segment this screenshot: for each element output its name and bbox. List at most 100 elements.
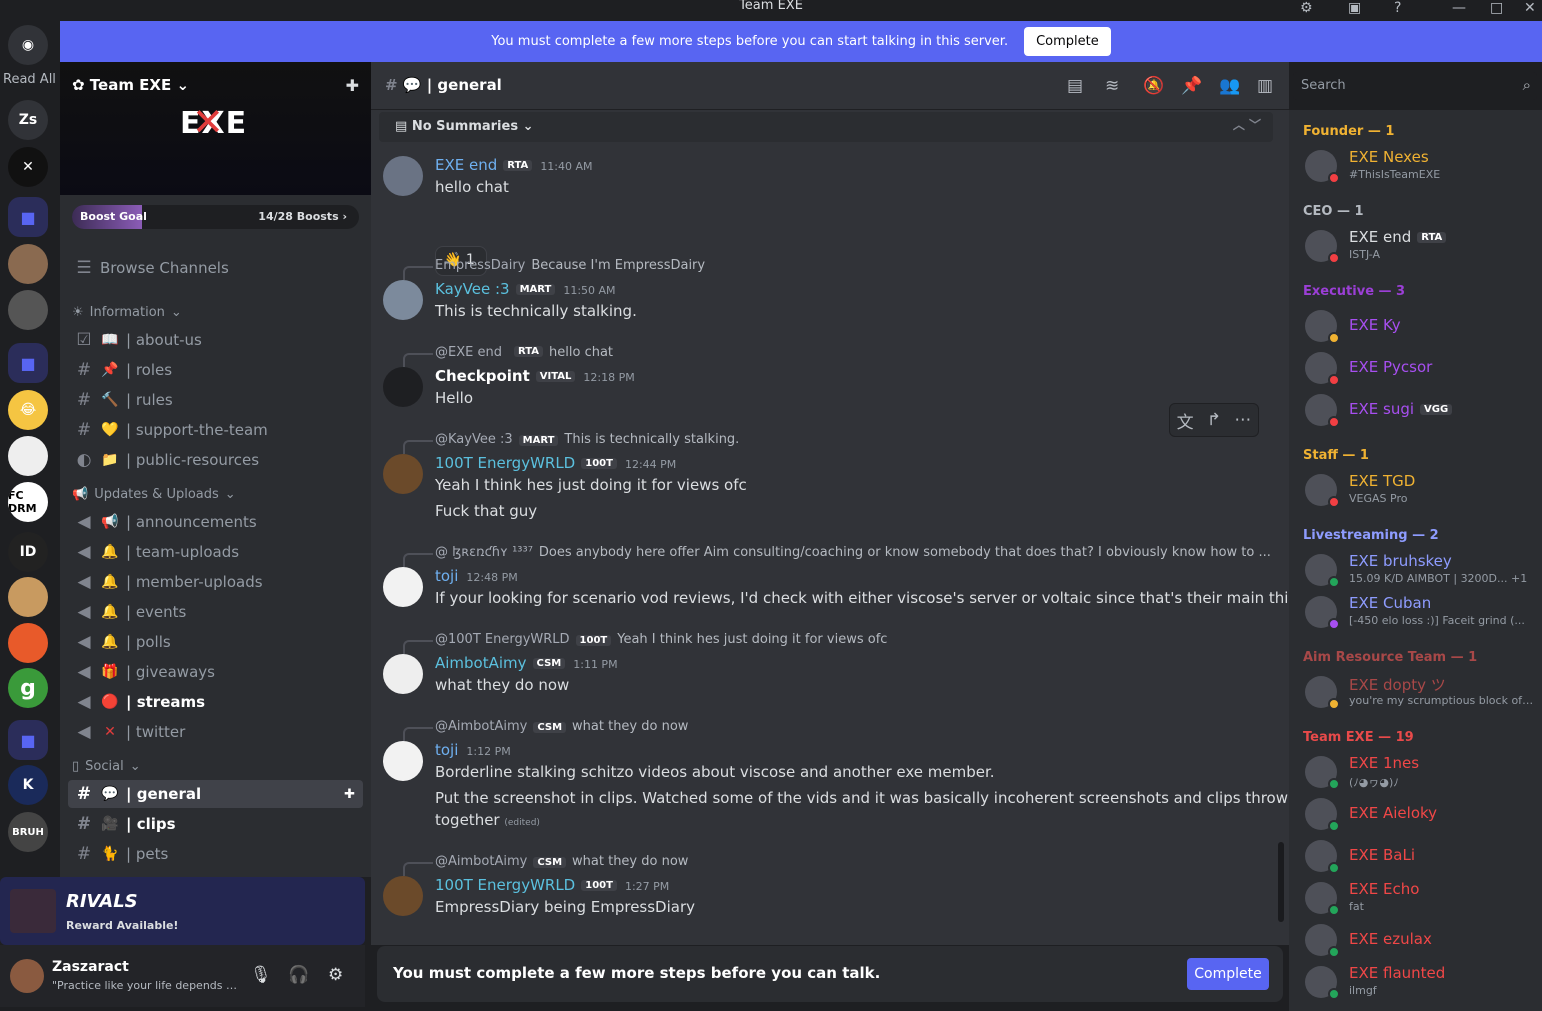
close-icon[interactable]: ✕ bbox=[1524, 0, 1536, 16]
author-name[interactable]: Checkpoint bbox=[435, 367, 530, 385]
channel-team-uploads[interactable]: ◀ 🔔 | team-uploads bbox=[68, 538, 363, 566]
reply-preview[interactable]: @EXE end RTA hello chat bbox=[402, 345, 613, 367]
author-name[interactable]: AimbotAimy bbox=[435, 654, 527, 672]
author-name[interactable]: EXE end bbox=[435, 156, 497, 174]
member-item[interactable]: EXE sugi VGG bbox=[1303, 390, 1537, 430]
member-item[interactable]: EXE dopty ツ you're my scrumptious block o… bbox=[1303, 672, 1537, 712]
server-zs[interactable]: Zs bbox=[8, 100, 48, 140]
server-id-icon[interactable]: ID bbox=[8, 532, 48, 572]
avatar[interactable] bbox=[383, 367, 423, 407]
mute-bell-icon[interactable]: 🔕 bbox=[1143, 76, 1164, 96]
channel-giveaways[interactable]: ◀ 🎁 | giveaways bbox=[68, 658, 363, 686]
username[interactable]: Zaszaract bbox=[52, 959, 129, 975]
member-item[interactable]: EXE BaLi bbox=[1303, 836, 1537, 876]
author-name[interactable]: 100T EnergyWRLD bbox=[435, 454, 575, 472]
microphone-icon[interactable]: 🎙 bbox=[250, 965, 272, 985]
server-avatar[interactable] bbox=[8, 290, 48, 330]
category-information[interactable]: ☀ Information ⌄ bbox=[72, 305, 182, 320]
member-item[interactable]: EXE Cuban [-450 elo loss :)] Faceit grind… bbox=[1303, 592, 1537, 632]
gift-icon[interactable]: ▣ bbox=[1348, 0, 1361, 16]
channel-events[interactable]: ◀ 🔔 | events bbox=[68, 598, 363, 626]
server-fc-drm[interactable]: FC DRM bbox=[8, 482, 48, 522]
channel-streams[interactable]: ◀ 🔴 | streams bbox=[68, 688, 363, 716]
boost-goal-bar[interactable]: Boost Goal 14/28 Boosts › bbox=[72, 205, 359, 229]
message-author[interactable]: Checkpoint VITAL 12:18 PM bbox=[435, 367, 635, 385]
chat-scrollbar[interactable] bbox=[1278, 842, 1284, 922]
member-item[interactable]: EXE ezulax bbox=[1303, 920, 1537, 960]
member-item[interactable]: EXE Ky bbox=[1303, 306, 1537, 346]
channel-about-us[interactable]: ☑ 📖 | about-us bbox=[68, 326, 363, 354]
headphones-icon[interactable]: 🎧 bbox=[288, 965, 309, 985]
discord-home-icon[interactable]: ◉ bbox=[8, 25, 48, 65]
author-name[interactable]: toji bbox=[435, 567, 458, 585]
server-g[interactable]: g bbox=[8, 668, 48, 708]
maximize-icon[interactable]: □ bbox=[1490, 0, 1503, 16]
author-name[interactable]: KayVee :3 bbox=[435, 280, 510, 298]
avatar[interactable] bbox=[383, 156, 423, 196]
channel-roles[interactable]: # 📌 | roles bbox=[68, 356, 363, 384]
avatar[interactable] bbox=[383, 454, 423, 494]
server-exe-icon[interactable]: ✕ bbox=[8, 147, 48, 187]
message-author[interactable]: AimbotAimy CSM 1:11 PM bbox=[435, 654, 618, 672]
members-icon[interactable]: 👥 bbox=[1219, 76, 1240, 96]
guild-name[interactable]: ✿ Team EXE ⌄ bbox=[72, 76, 189, 94]
channel-pets[interactable]: # 🐈 | pets bbox=[68, 840, 363, 868]
guild-header[interactable]: ✿ Team EXE ⌄ ✚ EXE ✕ bbox=[60, 62, 371, 195]
channel-public-resources[interactable]: ◐ 📁 | public-resources bbox=[68, 446, 363, 474]
channel-support-the-team[interactable]: # 💛 | support-the-team bbox=[68, 416, 363, 444]
channel-announcements[interactable]: ◀ 📢 | announcements bbox=[68, 508, 363, 536]
read-all-button[interactable]: Read All bbox=[3, 72, 56, 87]
category-updates-uploads[interactable]: 📢 Updates & Uploads ⌄ bbox=[72, 487, 236, 502]
settings-gear-icon[interactable]: ⚙ bbox=[328, 965, 343, 985]
jump-arrows-icon[interactable]: ︿ ﹀ bbox=[1233, 116, 1261, 133]
reply-preview[interactable]: @AimbotAimy CSM what they do now bbox=[402, 719, 688, 741]
avatar[interactable] bbox=[10, 959, 44, 993]
reply-preview[interactable]: EmpressDairy Because I'm EmpressDairy bbox=[402, 258, 705, 280]
invite-icon[interactable]: ✚ bbox=[344, 787, 355, 802]
message-author[interactable]: 100T EnergyWRLD 100T 12:44 PM bbox=[435, 454, 676, 472]
server-k-icon[interactable]: K bbox=[8, 765, 48, 805]
reply-preview[interactable]: @ ɮʀɛռƈɦʏ ¹³³⁷ Does anybody here offer Ai… bbox=[403, 545, 1271, 567]
channel-clips[interactable]: # 🎥 | clips bbox=[68, 810, 363, 838]
avatar[interactable] bbox=[383, 741, 423, 781]
server-folder-icon[interactable]: ■ bbox=[8, 343, 48, 383]
member-item[interactable]: EXE bruhskey 15.09 K/D AIMBOT | 3200D... … bbox=[1303, 550, 1537, 590]
author-name[interactable]: toji bbox=[435, 741, 458, 759]
avatar[interactable] bbox=[383, 567, 423, 607]
avatar[interactable] bbox=[383, 876, 423, 916]
invite-icon[interactable]: ✚ bbox=[346, 76, 359, 95]
server-folder-icon[interactable]: ■ bbox=[8, 720, 48, 760]
pin-icon[interactable]: 📌 bbox=[1181, 76, 1202, 96]
member-item[interactable]: EXE TGD VEGAS Pro bbox=[1303, 470, 1537, 510]
channel-general[interactable]: # 💬 | general ✚ bbox=[68, 780, 363, 808]
channel-rules[interactable]: # 🔨 | rules bbox=[68, 386, 363, 414]
member-item[interactable]: EXE Aieloky bbox=[1303, 794, 1537, 834]
channel-polls[interactable]: ◀ 🔔 | polls bbox=[68, 628, 363, 656]
avatar[interactable] bbox=[383, 654, 423, 694]
reply-preview[interactable]: @AimbotAimy CSM what they do now bbox=[402, 854, 688, 876]
message-author[interactable]: toji 12:48 PM bbox=[435, 567, 518, 585]
minimize-icon[interactable]: — bbox=[1452, 0, 1466, 16]
reply-preview[interactable]: @100T EnergyWRLD 100T Yeah I think hes jus… bbox=[402, 632, 887, 654]
browse-channels[interactable]: ☰ Browse Channels bbox=[68, 254, 363, 282]
forward-icon[interactable]: ↱ bbox=[1207, 410, 1221, 430]
member-item[interactable]: EXE Nexes #ThisIsTeamEXE bbox=[1303, 146, 1537, 186]
member-item[interactable]: EXE Pycsor bbox=[1303, 348, 1537, 388]
reply-preview[interactable]: @KayVee :3 MART This is technically stalki… bbox=[402, 432, 739, 454]
message-author[interactable]: EXE end RTA 11:40 AM bbox=[435, 156, 593, 174]
summaries-bar[interactable]: ▤ No Summaries ⌄ ︿ ﹀ bbox=[379, 112, 1273, 142]
inbox-icon[interactable]: ▥ bbox=[1257, 76, 1273, 96]
member-item[interactable]: EXE end RTA ISTJ-A bbox=[1303, 226, 1537, 266]
inbox-icon[interactable]: ⚙ bbox=[1300, 0, 1313, 16]
translate-icon[interactable]: 文 bbox=[1177, 408, 1194, 433]
message-author[interactable]: KayVee :3 MART 11:50 AM bbox=[435, 280, 616, 298]
member-item[interactable]: EXE 1nes (ﾉ◕ヮ◕)ﾉ bbox=[1303, 752, 1537, 792]
member-item[interactable]: EXE flaunted ilmgf bbox=[1303, 962, 1537, 1002]
member-item[interactable]: EXE Echo fat bbox=[1303, 878, 1537, 918]
avatar[interactable] bbox=[383, 280, 423, 320]
server-laughing-emoji-icon[interactable]: 😂 bbox=[8, 390, 48, 430]
author-name[interactable]: 100T EnergyWRLD bbox=[435, 876, 575, 894]
banner-complete-button[interactable]: Complete bbox=[1024, 27, 1111, 56]
summaries-icon[interactable]: ▤ bbox=[1067, 76, 1083, 96]
message-author[interactable]: 100T EnergyWRLD 100T 1:27 PM bbox=[435, 876, 669, 894]
